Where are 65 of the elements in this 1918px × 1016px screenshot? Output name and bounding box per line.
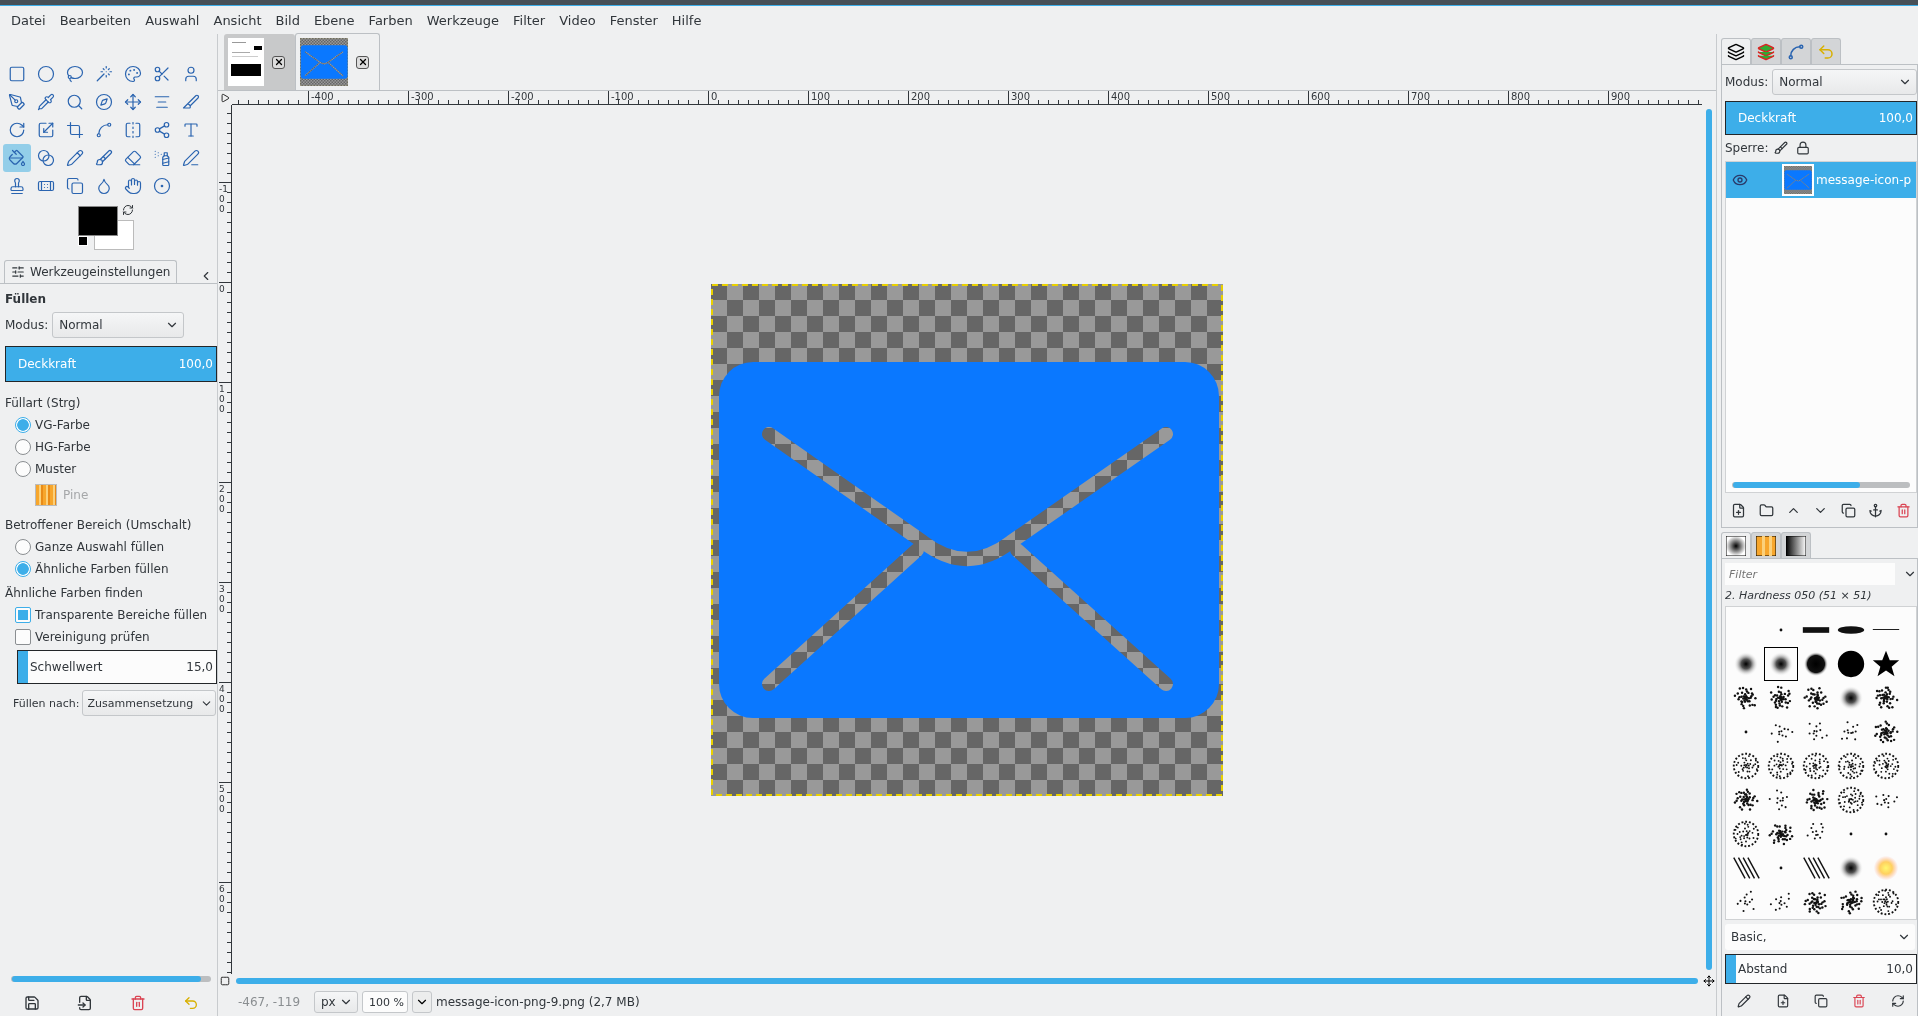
options-title: Füllen [5,292,48,306]
field-label: Modus: [5,318,49,332]
ruler-label: -100 [608,91,634,103]
menu-item[interactable]: Auswahl [138,8,207,32]
ruler-label: 0 [219,282,228,295]
ruler-label: 800 [1508,91,1531,103]
radio-option[interactable]: HG-Farbe [15,438,217,456]
section-label: Betroffener Bereich (Umschalt) [5,518,193,532]
menu-item[interactable]: Farben [361,8,420,32]
mode-dropdown[interactable]: Normal [52,312,185,338]
pointer-coordinates: -467, -119 [238,995,302,1009]
section-label: Füllart (Strg) [5,396,82,410]
menu-item[interactable]: Bearbeiten [52,8,139,32]
menu-item[interactable]: Filter [506,8,553,32]
pattern-name: Pine [63,488,89,502]
ruler-label: 500 [219,782,228,815]
ruler-label: 100 [219,382,228,415]
fill-by-dropdown[interactable]: Zusammensetzung [82,690,217,716]
ruler-label: 400 [219,682,228,715]
field-label: Modus: [1725,75,1769,89]
ruler-label: 400 [1108,91,1131,103]
menu-item[interactable]: Datei [4,8,53,32]
brush-name: 2. Hardness 050 (51 × 51) [1725,589,1873,602]
ruler-label: 0 [708,91,718,103]
checkbox-option[interactable]: Vereinigung prüfen [15,628,217,646]
ruler-label: 300 [219,582,228,615]
unit-dropdown[interactable]: px [314,991,358,1013]
ruler-label: -100 [219,182,228,215]
menu-item[interactable]: Werkzeuge [419,8,506,32]
ruler-label: 200 [908,91,931,103]
ruler-label: 300 [1008,91,1031,103]
ruler-label: -200 [508,91,534,103]
tag-dropdown[interactable]: Basic, [1725,924,1915,950]
menu-item[interactable]: Video [552,8,603,32]
zoom-field[interactable]: 100 % [362,991,408,1013]
ruler-label: -400 [308,91,334,103]
mode-dropdown[interactable]: Normal [1772,69,1917,95]
opacity-slider[interactable]: Schwellwert 15,0 [17,650,217,684]
ruler-label: 200 [219,482,228,515]
ruler-label: 600 [219,882,228,915]
menu-item[interactable]: Fenster [602,8,665,32]
ruler-label: -300 [408,91,434,103]
layer-name: message-icon-p [1816,173,1912,187]
ruler-label: 900 [1608,91,1631,103]
ruler-label: 700 [1408,91,1431,103]
ruler-label: 100 [808,91,831,103]
field-label: Sperre: [1725,141,1769,155]
ruler-label: 600 [1308,91,1331,103]
field-label: Füllen nach: [13,696,80,710]
opacity-slider[interactable]: Abstand 10,0 [1725,954,1917,984]
menu-item[interactable]: Ansicht [206,8,269,32]
tool-options-tab[interactable]: Werkzeugeinstellungen [4,260,178,283]
menu-item[interactable]: Hilfe [664,8,709,32]
filter-field[interactable]: Filter [1725,563,1895,585]
tab-label: Werkzeugeinstellungen [30,265,171,279]
checkbox-option[interactable]: Transparente Bereiche füllen [15,606,217,624]
radio-option[interactable]: VG-Farbe [15,416,217,434]
ruler-label: 500 [1208,91,1231,103]
radio-option[interactable]: Ganze Auswahl füllen [15,538,217,556]
radio-option[interactable]: Muster [15,460,217,478]
menu-item[interactable]: Bild [268,8,307,32]
radio-option[interactable]: Ähnliche Farben füllen [15,560,217,578]
section-label: Ähnliche Farben finden [5,586,144,600]
file-info: message-icon-png-9.png (2,7 MB) [436,995,640,1009]
menu-item[interactable]: Ebene [306,8,362,32]
